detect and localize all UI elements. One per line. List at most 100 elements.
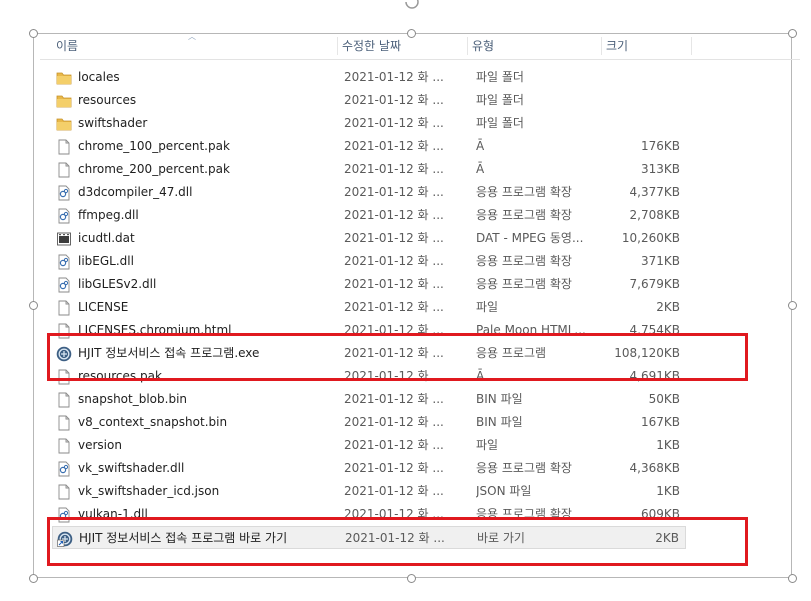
file-size: 371KB: [640, 254, 680, 268]
table-row[interactable]: icudtl.dat 2021-01-12 화 ... DAT - MPEG 동영.…: [52, 227, 686, 250]
file-name: snapshot_blob.bin: [78, 392, 188, 406]
file-date: 2021-01-12 화 ...: [344, 139, 444, 153]
file-type: DAT - MPEG 동영...: [476, 231, 584, 245]
table-row[interactable]: libGLESv2.dll 2021-01-12 화 ... 응용 프로그램 확장 7…: [52, 273, 686, 296]
highlight-box-exe: [47, 333, 748, 381]
file-name-cell[interactable]: vk_swiftshader.dll: [56, 457, 336, 480]
file-icon: [56, 139, 72, 155]
resize-handle-left[interactable]: [29, 301, 38, 310]
rotate-handle-icon[interactable]: [401, 0, 423, 10]
file-type: 응용 프로그램 확장: [476, 254, 572, 268]
table-row[interactable]: vk_swiftshader_icd.json 2021-01-12 화 ... J…: [52, 480, 686, 503]
table-row[interactable]: snapshot_blob.bin 2021-01-12 화 ... BIN 파일 5…: [52, 388, 686, 411]
table-row[interactable]: ffmpeg.dll 2021-01-12 화 ... 응용 프로그램 확장 2,70…: [52, 204, 686, 227]
table-row[interactable]: v8_context_snapshot.bin 2021-01-12 화 ... B…: [52, 411, 686, 434]
file-name-cell[interactable]: locales: [56, 66, 336, 89]
file-name: icudtl.dat: [78, 231, 135, 245]
table-row[interactable]: locales 2021-01-12 화 ... 파일 폴더: [52, 66, 686, 89]
column-header-type[interactable]: 유형: [468, 33, 598, 59]
file-size: 167KB: [640, 415, 680, 429]
file-date: 2021-01-12 화 ...: [344, 484, 444, 498]
file-date: 2021-01-12 화 ...: [344, 415, 444, 429]
table-row[interactable]: resources 2021-01-12 화 ... 파일 폴더: [52, 89, 686, 112]
file-icon: [56, 438, 72, 454]
file-size: 4,368KB: [629, 461, 680, 475]
dll-icon: [56, 185, 72, 201]
table-row[interactable]: swiftshader 2021-01-12 화 ... 파일 폴더: [52, 112, 686, 135]
file-name-cell[interactable]: v8_context_snapshot.bin: [56, 411, 336, 434]
column-header-size[interactable]: 크기: [602, 33, 692, 59]
file-size: 4,377KB: [629, 185, 680, 199]
table-row[interactable]: d3dcompiler_47.dll 2021-01-12 화 ... 응용 프로그…: [52, 181, 686, 204]
file-name: LICENSE: [78, 300, 129, 314]
file-size: 2KB: [656, 300, 680, 314]
file-name: d3dcompiler_47.dll: [78, 185, 193, 199]
file-size: 1KB: [656, 438, 680, 452]
table-row[interactable]: version 2021-01-12 화 ... 파일 1KB: [52, 434, 686, 457]
file-date: 2021-01-12 화 ...: [344, 116, 444, 130]
file-type: 파일 폴더: [476, 93, 524, 107]
file-type: 응용 프로그램 확장: [476, 208, 572, 222]
file-date: 2021-01-12 화 ...: [344, 70, 444, 84]
file-date: 2021-01-12 화 ...: [344, 392, 444, 406]
file-name: version: [78, 438, 122, 452]
file-date: 2021-01-12 화 ...: [344, 93, 444, 107]
file-type: 파일 폴더: [476, 116, 524, 130]
file-name-cell[interactable]: icudtl.dat: [56, 227, 336, 250]
resize-handle-top-left[interactable]: [29, 29, 38, 38]
file-size: 50KB: [648, 392, 680, 406]
file-name-cell[interactable]: version: [56, 434, 336, 457]
table-row[interactable]: LICENSE 2021-01-12 화 ... 파일 2KB: [52, 296, 686, 319]
file-type: Ā: [476, 139, 485, 153]
file-type: JSON 파일: [476, 484, 532, 498]
file-type: 응용 프로그램 확장: [476, 461, 572, 475]
file-name-cell[interactable]: libEGL.dll: [56, 250, 336, 273]
file-date: 2021-01-12 화 ...: [344, 461, 444, 475]
file-size: 1KB: [656, 484, 680, 498]
file-name-cell[interactable]: ffmpeg.dll: [56, 204, 336, 227]
file-name: vk_swiftshader_icd.json: [78, 484, 220, 498]
folder-icon: [56, 116, 72, 132]
column-header-date[interactable]: 수정한 날짜: [338, 33, 468, 59]
file-name-cell[interactable]: d3dcompiler_47.dll: [56, 181, 336, 204]
file-type: 파일: [476, 438, 499, 452]
file-name: libEGL.dll: [78, 254, 134, 268]
file-icon: [56, 162, 72, 178]
file-name-cell[interactable]: snapshot_blob.bin: [56, 388, 336, 411]
highlight-box-shortcut: [47, 517, 748, 566]
table-row[interactable]: chrome_100_percent.pak 2021-01-12 화 ... Ā 1…: [52, 135, 686, 158]
column-divider[interactable]: [691, 37, 692, 55]
file-type: 파일 폴더: [476, 70, 524, 84]
file-type: 응용 프로그램 확장: [476, 277, 572, 291]
table-row[interactable]: chrome_200_percent.pak 2021-01-12 화 ... Ā 3…: [52, 158, 686, 181]
table-row[interactable]: vk_swiftshader.dll 2021-01-12 화 ... 응용 프로그…: [52, 457, 686, 480]
file-list: 이름 ︿ 수정한 날짜 유형 크기 locales 2021-01-12 화 ..…: [40, 33, 800, 581]
file-date: 2021-01-12 화 ...: [344, 231, 444, 245]
file-icon: [56, 392, 72, 408]
file-name-cell[interactable]: chrome_100_percent.pak: [56, 135, 336, 158]
file-name: locales: [78, 70, 120, 84]
file-name-cell[interactable]: swiftshader: [56, 112, 336, 135]
file-name-cell[interactable]: libGLESv2.dll: [56, 273, 336, 296]
file-size: 2,708KB: [629, 208, 680, 222]
file-icon: [56, 484, 72, 500]
file-type: BIN 파일: [476, 392, 523, 406]
file-date: 2021-01-12 화 ...: [344, 185, 444, 199]
column-header-name[interactable]: 이름: [52, 33, 342, 59]
file-type: BIN 파일: [476, 415, 523, 429]
file-name-cell[interactable]: chrome_200_percent.pak: [56, 158, 336, 181]
file-name-cell[interactable]: LICENSE: [56, 296, 336, 319]
file-name: chrome_200_percent.pak: [78, 162, 230, 176]
video-file-icon: [56, 231, 72, 247]
dll-icon: [56, 208, 72, 224]
file-date: 2021-01-12 화 ...: [344, 300, 444, 314]
file-name-cell[interactable]: resources: [56, 89, 336, 112]
resize-handle-bottom-left[interactable]: [29, 574, 38, 583]
file-size: 176KB: [640, 139, 680, 153]
file-name: resources: [78, 93, 137, 107]
file-name-cell[interactable]: vk_swiftshader_icd.json: [56, 480, 336, 503]
dll-icon: [56, 254, 72, 270]
file-icon: [56, 415, 72, 431]
file-date: 2021-01-12 화 ...: [344, 254, 444, 268]
table-row[interactable]: libEGL.dll 2021-01-12 화 ... 응용 프로그램 확장 371K…: [52, 250, 686, 273]
